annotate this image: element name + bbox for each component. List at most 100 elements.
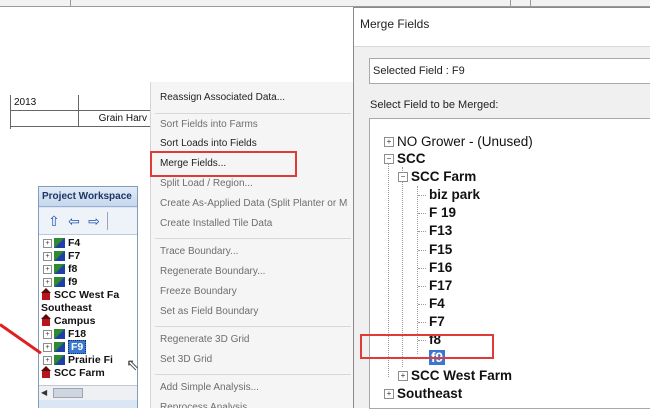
mouse-pointer-icon: ⇖	[126, 357, 140, 374]
tree-item-southeast[interactable]: + Southeast	[384, 385, 462, 403]
field-icon	[54, 277, 65, 288]
expand-icon[interactable]: +	[384, 137, 394, 148]
menu-item-regenerate-3d-grid[interactable]: Regenerate 3D Grid	[160, 332, 250, 348]
tree-item-f9-selected[interactable]: + F9	[43, 340, 87, 354]
tree-item-f15[interactable]: F15	[429, 241, 452, 259]
tree-item-scc-farm[interactable]: SCC Farm	[41, 366, 105, 380]
menu-item-create-installed-tile-data[interactable]: Create Installed Tile Data	[160, 216, 272, 232]
expand-icon[interactable]: +	[43, 238, 52, 248]
year-cell[interactable]: 2013	[11, 95, 79, 110]
tree-item-biz-park[interactable]: biz park	[429, 186, 480, 204]
field-icon	[54, 238, 65, 249]
workspace-title: Project Workspace	[39, 187, 137, 207]
tree-item-scc-farm[interactable]: − SCC Farm	[398, 168, 476, 186]
expand-icon[interactable]: +	[384, 389, 394, 400]
tree-item-f16[interactable]: F16	[429, 259, 452, 277]
menu-item-regenerate-boundary[interactable]: Regenerate Boundary...	[160, 264, 265, 280]
menu-separator	[155, 113, 351, 114]
expand-icon[interactable]: +	[398, 371, 408, 382]
field-icon	[54, 251, 65, 262]
tree-item-no-grower[interactable]: + NO Grower - (Unused)	[384, 133, 533, 151]
selected-field-display: Selected Field : F9	[369, 58, 650, 84]
field-icon	[54, 264, 65, 275]
column-divider	[510, 0, 511, 6]
menu-item-reprocess-analysis[interactable]: Reprocess Analysis...	[160, 400, 256, 408]
collapse-icon[interactable]: −	[398, 172, 408, 183]
menu-item-split-load-region[interactable]: Split Load / Region...	[160, 176, 253, 192]
tree-item-f8[interactable]: + f8	[43, 263, 77, 276]
expand-icon[interactable]: +	[43, 277, 52, 287]
spreadsheet-cell[interactable]	[11, 111, 79, 126]
dialog-title-bar[interactable]: Merge Fields	[354, 8, 650, 47]
f9-highlight-box	[360, 334, 494, 359]
tree-item-f13[interactable]: F13	[429, 222, 452, 240]
scroll-left-icon[interactable]: ◀	[41, 388, 47, 397]
menu-item-trace-boundary[interactable]: Trace Boundary...	[160, 244, 238, 260]
tree-item-f4[interactable]: F4	[429, 295, 445, 313]
tree-line	[418, 250, 426, 251]
red-annotation-line	[0, 323, 42, 355]
context-menu: Reassign Associated Data... Sort Fields …	[150, 82, 356, 408]
tree-item-f9[interactable]: + f9	[43, 276, 77, 289]
menu-item-sort-fields-into-farms[interactable]: Sort Fields into Farms	[160, 117, 258, 133]
menu-item-add-simple-analysis[interactable]: Add Simple Analysis...	[160, 380, 259, 396]
menu-item-freeze-boundary[interactable]: Freeze Boundary	[160, 284, 237, 300]
project-workspace-panel: Project Workspace ⇧ ⇦ ⇨ + F4 + F7 + f8 + f9 …	[38, 186, 138, 408]
menu-item-set-as-field-boundary[interactable]: Set as Field Boundary	[160, 304, 258, 320]
tree-line	[418, 286, 426, 287]
spreadsheet-row: Grain Harv	[11, 111, 151, 127]
tree-item-f7[interactable]: + F7	[43, 250, 80, 263]
scrollbar-thumb[interactable]	[53, 388, 83, 398]
menu-item-sort-loads-into-fields[interactable]: Sort Loads into Fields	[160, 136, 257, 152]
top-strip	[0, 0, 650, 7]
expand-icon[interactable]: +	[43, 264, 52, 274]
dialog-title: Merge Fields	[360, 17, 430, 31]
up-arrow-icon[interactable]: ⇧	[45, 212, 63, 230]
select-field-label: Select Field to be Merged:	[370, 99, 499, 111]
forward-arrow-icon[interactable]: ⇨	[85, 212, 103, 230]
tree-line	[418, 268, 426, 269]
back-arrow-icon[interactable]: ⇦	[65, 212, 83, 230]
tree-item-scc-west-farm[interactable]: SCC West Fa	[41, 288, 119, 302]
spreadsheet-row: 2013	[11, 95, 151, 111]
tree-line	[418, 322, 426, 323]
operation-cell[interactable]: Grain Harv	[79, 111, 151, 126]
menu-separator	[155, 326, 351, 327]
expand-icon[interactable]: +	[43, 342, 52, 352]
collapse-icon[interactable]: −	[384, 154, 394, 165]
tree-item-prairie-field[interactable]: + Prairie Fi	[43, 354, 113, 367]
spreadsheet-fragment: 2013 Grain Harv	[10, 95, 151, 129]
menu-item-create-as-applied-data[interactable]: Create As-Applied Data (Split Planter or…	[160, 196, 347, 212]
field-icon	[54, 342, 65, 353]
field-icon	[54, 329, 65, 340]
farm-icon	[41, 288, 51, 301]
tree-item-southeast[interactable]: Southeast	[41, 302, 92, 315]
horizontal-scrollbar[interactable]: ◀	[39, 385, 137, 400]
column-divider	[530, 0, 531, 6]
menu-item-reassign-associated-data[interactable]: Reassign Associated Data...	[160, 90, 285, 106]
workspace-tree: + F4 + F7 + f8 + f9 SCC West Fa Southeast Ca…	[39, 235, 137, 385]
tree-item-scc-west-farm[interactable]: + SCC West Farm	[398, 367, 512, 385]
column-divider	[70, 0, 71, 6]
farm-icon	[41, 366, 51, 379]
field-icon	[54, 355, 65, 366]
workspace-toolbar: ⇧ ⇦ ⇨	[39, 208, 137, 235]
toolbar-divider	[107, 212, 108, 230]
menu-item-set-3d-grid[interactable]: Set 3D Grid	[160, 352, 212, 368]
tree-item-f17[interactable]: F17	[429, 277, 452, 295]
expand-icon[interactable]: +	[43, 329, 52, 339]
menu-separator	[155, 238, 351, 239]
field-tree: + NO Grower - (Unused) − SCC − SCC Farm biz…	[369, 118, 650, 409]
tree-line	[418, 304, 426, 305]
tree-line	[418, 195, 426, 196]
merge-fields-highlight-box	[150, 151, 297, 177]
farm-icon	[41, 314, 51, 327]
expand-icon[interactable]: +	[43, 355, 52, 365]
tree-item-f7[interactable]: F7	[429, 313, 445, 331]
tree-item-f4[interactable]: + F4	[43, 237, 80, 250]
tree-item-f-19[interactable]: F 19	[429, 204, 456, 222]
spreadsheet-cell[interactable]	[79, 95, 151, 110]
expand-icon[interactable]: +	[43, 251, 52, 261]
tree-item-scc[interactable]: − SCC	[384, 150, 426, 168]
tree-item-campus[interactable]: Campus	[41, 314, 95, 328]
